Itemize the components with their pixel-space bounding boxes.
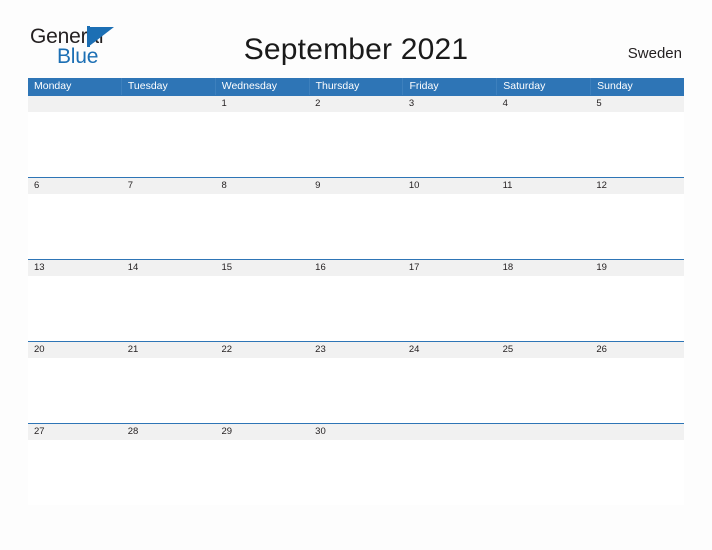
day-cell[interactable]: 28 — [122, 424, 216, 440]
calendar-week-row: 20 21 22 23 24 25 26 — [28, 341, 684, 423]
day-cell[interactable]: 25 — [497, 342, 591, 358]
weekday-header-monday: Monday — [28, 78, 122, 95]
week-date-band: 13 14 15 16 17 18 19 — [28, 259, 684, 276]
day-cell[interactable]: 29 — [215, 424, 309, 440]
weekday-header-friday: Friday — [403, 78, 498, 95]
week-date-band: 27 28 29 30 — [28, 423, 684, 440]
day-cell[interactable]: 5 — [590, 96, 684, 112]
weekday-header-thursday: Thursday — [310, 78, 404, 95]
day-cell[interactable]: 22 — [215, 342, 309, 358]
day-cell[interactable]: 24 — [403, 342, 497, 358]
week-date-band: 20 21 22 23 24 25 26 — [28, 341, 684, 358]
day-cell[interactable] — [497, 424, 591, 440]
week-notes-area[interactable] — [28, 276, 684, 341]
day-cell[interactable]: 19 — [590, 260, 684, 276]
day-cell[interactable]: 16 — [309, 260, 403, 276]
calendar-week-row: 13 14 15 16 17 18 19 — [28, 259, 684, 341]
day-cell[interactable]: 7 — [122, 178, 216, 194]
calendar-page: General Blue September 2021 Sweden Monda… — [0, 0, 712, 550]
day-cell[interactable]: 2 — [309, 96, 403, 112]
day-cell[interactable]: 18 — [497, 260, 591, 276]
day-cell[interactable] — [590, 424, 684, 440]
day-cell[interactable] — [122, 96, 216, 112]
calendar-week-row: 6 7 8 9 10 11 12 — [28, 177, 684, 259]
day-cell[interactable]: 20 — [28, 342, 122, 358]
day-cell[interactable]: 21 — [122, 342, 216, 358]
day-cell[interactable]: 17 — [403, 260, 497, 276]
day-cell[interactable]: 1 — [215, 96, 309, 112]
day-cell[interactable]: 23 — [309, 342, 403, 358]
day-cell[interactable]: 3 — [403, 96, 497, 112]
day-cell[interactable]: 30 — [309, 424, 403, 440]
weekday-header-tuesday: Tuesday — [122, 78, 216, 95]
week-notes-area[interactable] — [28, 440, 684, 505]
day-cell[interactable]: 15 — [215, 260, 309, 276]
day-cell[interactable]: 27 — [28, 424, 122, 440]
page-header: General Blue September 2021 Sweden — [0, 0, 712, 78]
region-label: Sweden — [627, 45, 682, 62]
weekday-header-sunday: Sunday — [597, 80, 633, 92]
day-cell[interactable]: 13 — [28, 260, 122, 276]
day-cell[interactable]: 4 — [497, 96, 591, 112]
day-cell[interactable]: 26 — [590, 342, 684, 358]
week-date-band: 1 2 3 4 5 — [28, 95, 684, 112]
week-notes-area[interactable] — [28, 194, 684, 259]
day-cell[interactable]: 6 — [28, 178, 122, 194]
day-cell[interactable]: 11 — [497, 178, 591, 194]
week-notes-area[interactable] — [28, 112, 684, 177]
calendar-week-row: 27 28 29 30 — [28, 423, 684, 505]
day-cell[interactable]: 9 — [309, 178, 403, 194]
page-title: September 2021 — [243, 33, 469, 66]
day-cell[interactable]: 12 — [590, 178, 684, 194]
day-cell[interactable]: 14 — [122, 260, 216, 276]
day-cell[interactable]: 10 — [403, 178, 497, 194]
day-cell[interactable] — [403, 424, 497, 440]
day-cell[interactable] — [28, 96, 122, 112]
weekday-header-saturday: Saturday — [497, 78, 592, 95]
weekday-header-wednesday: Wednesday — [216, 78, 310, 95]
calendar-table: Monday Tuesday Wednesday Thursday Friday… — [28, 78, 684, 505]
calendar-week-row: 1 2 3 4 5 — [28, 95, 684, 177]
day-cell[interactable]: 8 — [215, 178, 309, 194]
week-notes-area[interactable] — [28, 358, 684, 423]
week-date-band: 6 7 8 9 10 11 12 — [28, 177, 684, 194]
weekday-header-row: Monday Tuesday Wednesday Thursday Friday… — [28, 78, 684, 95]
